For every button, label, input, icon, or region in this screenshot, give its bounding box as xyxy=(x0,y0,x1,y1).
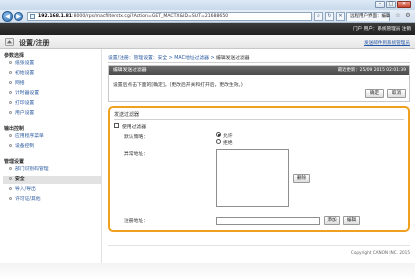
url-input[interactable]: 192.168.1.81:8000/rps/macfilterstx.cgi?A… xyxy=(27,12,312,21)
sidebar-item-device-control[interactable]: 设备控制 xyxy=(9,143,101,151)
filter-panel-title: 发送过滤器 xyxy=(114,112,140,118)
bullet-icon xyxy=(9,61,12,64)
exception-address-list[interactable] xyxy=(216,149,289,207)
bullet-icon xyxy=(9,91,12,94)
gear-icon[interactable]: ⚙ xyxy=(404,12,412,20)
sidebar-item-label: 纸张设置 xyxy=(15,61,35,66)
sidebar-section-management: 管理设置 xyxy=(4,159,25,165)
url-host: 192.168.1.81 xyxy=(38,14,73,19)
sidebar-item-app-menu[interactable]: 应用程序菜单 xyxy=(9,133,101,141)
forward-button[interactable]: ▶ xyxy=(14,12,23,21)
sidebar-item-paper-settings[interactable]: 纸张设置 xyxy=(9,60,101,68)
close-button[interactable]: ✕ xyxy=(397,1,411,8)
use-filter-checkbox[interactable] xyxy=(114,123,119,128)
back-button[interactable]: ◀ xyxy=(2,11,13,22)
edit-button[interactable]: 编辑 xyxy=(343,216,360,225)
sidebar-section-output: 输出控制 xyxy=(4,126,25,132)
exception-address-label: 异常地址： xyxy=(124,152,148,157)
bullet-icon xyxy=(9,187,12,190)
sidebar-item-label: 应用程序菜单 xyxy=(15,134,44,139)
divider xyxy=(108,62,410,63)
bullet-icon xyxy=(9,71,12,74)
register-address-input[interactable] xyxy=(216,217,320,225)
bullet-icon xyxy=(9,134,12,137)
edit-panel-title: 编辑发送过滤器 xyxy=(113,68,147,73)
policy-reject-radio[interactable] xyxy=(216,139,221,144)
copyright-text: Copyright CANON INC. 2015 xyxy=(350,250,410,255)
breadcrumb-link-mac-filter[interactable]: MAC地址过滤器 xyxy=(174,56,209,61)
sidebar-item-license-other[interactable]: 许可证/其他 xyxy=(9,196,101,204)
ok-button[interactable]: 确定 xyxy=(365,89,384,98)
sidebar-item-label: 部门识别码管理 xyxy=(15,167,49,172)
edit-panel: 编辑发送过滤器 最近更新：25/09 2015 02:01:39 设置后点击下面… xyxy=(108,65,410,102)
bullet-icon xyxy=(9,81,12,84)
settings-home-icon[interactable] xyxy=(5,38,14,46)
divider xyxy=(108,245,410,246)
address-actions: ⌕ ↻ ✕ xyxy=(314,12,345,21)
bullet-icon xyxy=(9,197,12,200)
sidebar-item-import-export[interactable]: 导入/导出 xyxy=(9,186,101,194)
page-icon xyxy=(30,14,35,19)
minimize-button[interactable]: – xyxy=(375,1,385,8)
bullet-icon xyxy=(9,111,12,114)
maximize-button[interactable]: □ xyxy=(386,1,396,8)
page-title: 设置/注册 xyxy=(19,39,50,47)
sidebar-item-print-settings[interactable]: 打印设置 xyxy=(9,100,101,108)
sidebar-item-label: 安全 xyxy=(15,177,25,182)
toolbar-icons: ⌂ ☆ ⚙ xyxy=(384,12,412,20)
default-policy-label: 默认策略： xyxy=(124,135,148,140)
home-icon[interactable]: ⌂ xyxy=(384,12,392,20)
breadcrumb-link-security[interactable]: 设置/注册：管理设置：安全 xyxy=(108,56,167,61)
url-path: :8000/rps/macfilterstx.cgi?Action=GET_MA… xyxy=(72,14,229,19)
sidebar-item-label: 初始设置 xyxy=(15,71,35,76)
sidebar-item-label: 用户设置 xyxy=(15,111,35,116)
bullet-icon xyxy=(9,101,12,104)
stop-icon[interactable]: ✕ xyxy=(336,12,345,21)
sidebar-item-label: 计时器设置 xyxy=(15,91,39,96)
sidebar-item-security[interactable]: 安全 xyxy=(3,176,101,184)
cancel-button[interactable]: 取消 xyxy=(387,89,406,98)
mail-admin-link[interactable]: 发送邮件到系统管理员 xyxy=(364,40,410,46)
app-header: 门户 用户：系统管理员 注销 xyxy=(0,23,415,35)
sidebar-item-timer[interactable]: 计时器设置 xyxy=(9,90,101,98)
sidebar-item-network[interactable]: 网络 xyxy=(9,80,101,88)
add-button[interactable]: 添加 xyxy=(324,216,340,225)
edit-panel-header: 编辑发送过滤器 最近更新：25/09 2015 02:01:39 xyxy=(109,66,409,75)
sidebar-section-preferences: 参数选择 xyxy=(4,53,25,59)
sidebar-item-department-id[interactable]: 部门识别码管理 xyxy=(9,166,101,174)
search-icon[interactable]: ⌕ xyxy=(314,12,323,21)
sidebar-item-label: 设备控制 xyxy=(15,144,35,149)
delete-button[interactable]: 删除 xyxy=(293,174,310,183)
portal-bar: 设置/注册 发送邮件到系统管理员 xyxy=(0,35,415,49)
sidebar-item-user-settings[interactable]: 用户设置 xyxy=(9,110,101,118)
breadcrumb-separator: > xyxy=(208,56,217,61)
refresh-icon[interactable]: ↻ xyxy=(325,12,334,21)
register-address-label: 注册地址： xyxy=(124,219,148,224)
bullet-icon xyxy=(9,167,12,170)
address-bar: ◀ ▶ 192.168.1.81:8000/rps/macfilterstx.c… xyxy=(0,10,415,23)
divider xyxy=(114,119,404,120)
policy-allow-radio[interactable] xyxy=(216,132,221,137)
sidebar-item-label: 许可证/其他 xyxy=(15,197,41,202)
last-updated: 最近更新：25/09 2015 02:01:39 xyxy=(337,68,406,73)
user-links[interactable]: 门户 用户：系统管理员 注销 xyxy=(353,26,411,32)
sidebar-item-label: 导入/导出 xyxy=(15,187,36,192)
instruction-text: 设置后点击下面的[确定]。(更改后开关和打开后，更改生效。) xyxy=(113,83,243,88)
policy-allow-label: 允许 xyxy=(223,134,233,139)
page-bottom xyxy=(0,263,415,280)
browser-titlebar: – □ ✕ xyxy=(0,0,415,10)
filter-panel: 发送过滤器 使用过滤器 默认策略： 允许 拒绝 异常地址： 删除 注册地址： 添… xyxy=(108,106,410,232)
sidebar-item-label: 打印设置 xyxy=(15,101,35,106)
use-filter-label: 使用过滤器 xyxy=(122,125,146,130)
breadcrumb-current: 编辑发送过滤器 xyxy=(216,56,250,61)
sidebar-item-initial-settings[interactable]: 初始设置 xyxy=(9,70,101,78)
bullet-icon xyxy=(9,144,12,147)
bullet-icon xyxy=(9,177,12,180)
breadcrumb: 设置/注册：管理设置：安全 > MAC地址过滤器 > 编辑发送过滤器 xyxy=(108,54,250,61)
window-controls: – □ ✕ xyxy=(375,1,411,8)
sidebar: 参数选择 纸张设置 初始设置 网络 计时器设置 打印设置 用户设置 输出控制 应… xyxy=(0,49,102,264)
policy-reject-label: 拒绝 xyxy=(223,141,233,146)
sidebar-item-label: 网络 xyxy=(15,81,25,86)
star-icon[interactable]: ☆ xyxy=(394,12,402,20)
